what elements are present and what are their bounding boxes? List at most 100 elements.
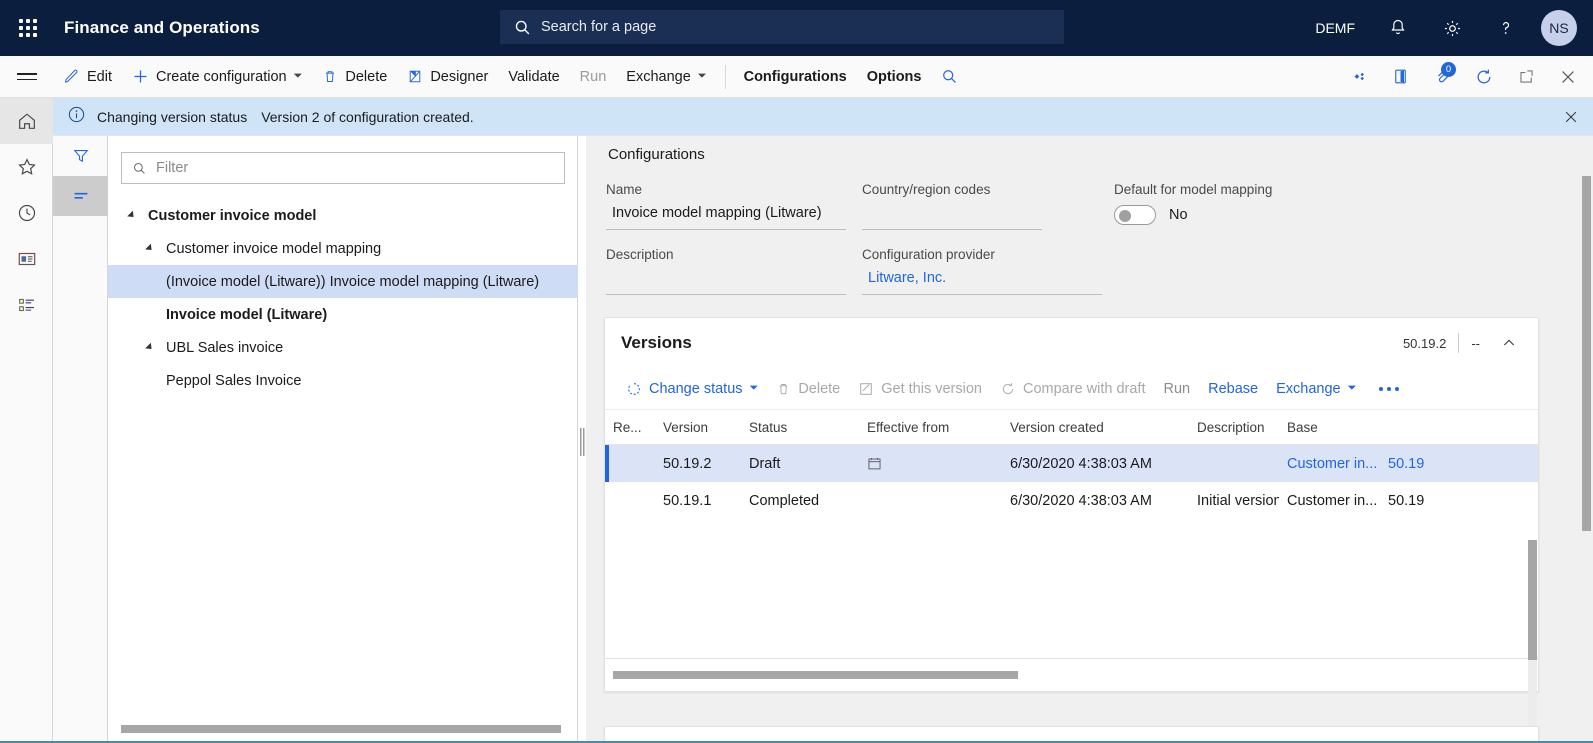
configuration-tree: Customer invoice model Customer invoice …	[108, 199, 578, 397]
column-header-re[interactable]: Re...	[605, 420, 655, 435]
waffle-grid-icon[interactable]	[0, 0, 56, 56]
info-icon	[67, 105, 86, 129]
configuration-provider-link[interactable]: Litware, Inc.	[862, 270, 1102, 295]
column-header-base[interactable]: Base	[1279, 420, 1380, 435]
relationships-icon[interactable]	[1337, 56, 1379, 97]
expander-icon[interactable]	[148, 245, 166, 253]
default-for-model-mapping-toggle[interactable]	[1114, 205, 1156, 225]
bell-icon[interactable]	[1371, 0, 1425, 56]
change-status-button[interactable]: Change status ⏷	[617, 372, 767, 406]
content-vertical-scrollbar[interactable]	[1582, 136, 1591, 743]
column-header-version-created[interactable]: Version created	[1002, 420, 1189, 435]
secondary-rail	[53, 136, 108, 743]
global-search-box[interactable]: Search for a page	[500, 10, 1064, 44]
panel-splitter[interactable]	[578, 136, 586, 743]
cell-status: Completed	[741, 493, 859, 509]
description-input[interactable]	[606, 270, 846, 295]
list-lines-icon[interactable]	[53, 176, 108, 216]
exchange-button[interactable]: Exchange ⏷	[616, 56, 716, 97]
create-configuration-button[interactable]: Create configuration ⏷	[122, 56, 312, 97]
options-tab[interactable]: Options	[857, 56, 932, 97]
validate-button[interactable]: Validate	[498, 56, 569, 97]
name-input[interactable]: Invoice model mapping (Litware)	[606, 205, 846, 230]
expander-icon[interactable]	[148, 344, 166, 352]
cell-description: Initial version	[1189, 493, 1279, 509]
cell-effective-from[interactable]	[859, 456, 1002, 471]
status-spinner-icon	[626, 381, 642, 397]
edit-label: Edit	[87, 69, 112, 85]
question-mark-icon[interactable]	[1479, 0, 1533, 56]
designer-button[interactable]: Designer	[397, 56, 498, 97]
popout-icon[interactable]	[1505, 56, 1547, 97]
chevron-down-icon: ⏷	[294, 70, 303, 83]
sidebar-item-workspaces[interactable]	[0, 236, 53, 282]
message-bar-text: Version 2 of configuration created.	[261, 109, 473, 125]
calendar-icon[interactable]	[867, 456, 882, 471]
refresh-icon[interactable]	[1463, 56, 1505, 97]
tree-node-invoice-model-mapping-litware[interactable]: (Invoice model (Litware)) Invoice model …	[108, 265, 578, 298]
message-bar: Changing version status Version 2 of con…	[53, 98, 1593, 136]
more-dots-icon[interactable]	[1365, 387, 1413, 391]
table-row[interactable]: 50.19.2 Draft 6/30/2020 4:38:03 AM Custo…	[605, 445, 1538, 482]
edit-button[interactable]: Edit	[53, 56, 122, 97]
avatar[interactable]: NS	[1541, 10, 1577, 46]
company-selector[interactable]: DEMF	[1299, 20, 1371, 36]
tree-node-invoice-model-litware[interactable]: Invoice model (Litware)	[108, 298, 578, 331]
close-icon[interactable]	[1547, 56, 1589, 97]
tree-horizontal-scrollbar[interactable]	[121, 725, 561, 733]
versions-run-label: Run	[1164, 381, 1191, 397]
column-header-version[interactable]: Version	[655, 420, 741, 435]
top-navigation-bar: Finance and Operations Search for a page…	[0, 0, 1593, 56]
sidebar-item-home[interactable]	[0, 98, 53, 144]
filter-input[interactable]: Filter	[121, 152, 565, 184]
message-bar-close-icon[interactable]	[1549, 98, 1593, 136]
cell-base-version[interactable]: 50.19	[1380, 493, 1440, 509]
tree-node-ubl-sales-invoice[interactable]: UBL Sales invoice	[108, 331, 578, 364]
chevron-up-icon[interactable]	[1492, 326, 1526, 360]
get-this-version-label: Get this version	[881, 381, 982, 397]
versions-grid-vertical-scrollbar[interactable]	[1528, 540, 1537, 743]
tree-node-customer-invoice-model-mapping[interactable]: Customer invoice model mapping	[108, 232, 578, 265]
hamburger-icon[interactable]	[0, 56, 53, 97]
sidebar-item-favorites[interactable]	[0, 144, 53, 190]
attachment-icon[interactable]: 0	[1421, 56, 1463, 97]
change-status-label: Change status	[649, 381, 743, 397]
configurations-tab[interactable]: Configurations	[734, 56, 857, 97]
cell-base[interactable]: Customer in...	[1279, 456, 1380, 472]
versions-exchange-button[interactable]: Exchange ⏷	[1267, 372, 1365, 406]
validate-label: Validate	[508, 69, 559, 85]
toolbar-search-button[interactable]	[931, 56, 968, 97]
delete-button[interactable]: Delete	[312, 56, 397, 97]
splitter-grip[interactable]	[580, 428, 585, 456]
search-icon	[514, 19, 531, 36]
options-label: Options	[867, 69, 922, 85]
configuration-fields: Configurations Name Invoice model mappin…	[586, 146, 1593, 314]
tree-node-label: Customer invoice model mapping	[166, 241, 381, 257]
navigation-rail	[0, 98, 53, 743]
tree-node-peppol-sales-invoice[interactable]: Peppol Sales Invoice	[108, 364, 578, 397]
table-row[interactable]: 50.19.1 Completed 6/30/2020 4:38:03 AM I…	[605, 482, 1538, 519]
office-app-icon[interactable]	[1379, 56, 1421, 97]
country-region-codes-input[interactable]	[862, 205, 1042, 230]
default-for-model-mapping-value: No	[1169, 207, 1188, 223]
cell-base[interactable]: Customer in...	[1279, 493, 1380, 509]
versions-toolbar: Change status ⏷ Delete Get this version	[605, 368, 1538, 410]
tree-node-label: (Invoice model (Litware)) Invoice model …	[166, 274, 539, 290]
global-search-placeholder: Search for a page	[541, 19, 656, 35]
sidebar-item-recent[interactable]	[0, 190, 53, 236]
column-header-status[interactable]: Status	[741, 420, 859, 435]
create-configuration-label: Create configuration	[156, 69, 287, 85]
toolbar-divider	[725, 65, 726, 89]
column-header-effective-from[interactable]: Effective from	[859, 420, 1002, 435]
sidebar-item-modules[interactable]	[0, 282, 53, 328]
top-bar-actions: DEMF NS	[1299, 0, 1593, 56]
cell-base-version[interactable]: 50.19	[1380, 456, 1440, 472]
gear-icon[interactable]	[1425, 0, 1479, 56]
tree-node-customer-invoice-model[interactable]: Customer invoice model	[108, 199, 578, 232]
cell-version: 50.19.1	[655, 493, 741, 509]
column-header-description[interactable]: Description	[1189, 420, 1279, 435]
expander-icon[interactable]	[130, 212, 148, 220]
versions-horizontal-scrollbar[interactable]	[605, 659, 1538, 691]
filter-icon[interactable]	[53, 136, 108, 176]
rebase-button[interactable]: Rebase	[1199, 372, 1267, 406]
